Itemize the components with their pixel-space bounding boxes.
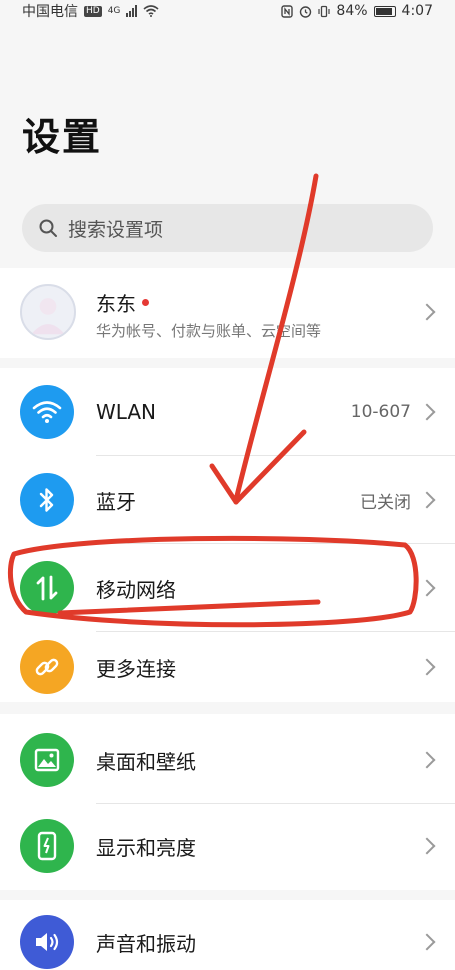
carrier-name: 中国电信	[22, 4, 78, 20]
vibrate-icon	[318, 5, 331, 17]
chevron-right-icon	[418, 491, 436, 509]
battery-percent: 84%	[336, 3, 368, 19]
cellular-signal-icon	[126, 5, 138, 17]
battery-icon	[373, 5, 396, 17]
account-name-row: 东东	[96, 288, 149, 317]
settings-item-display[interactable]: 显示和亮度	[0, 802, 455, 890]
chevron-right-icon	[418, 658, 436, 676]
chevron-right-icon	[418, 837, 436, 855]
avatar	[20, 284, 76, 340]
mobile-data-icon	[20, 561, 74, 615]
settings-item-label: 声音和振动	[96, 931, 196, 956]
hd-badge: HD	[84, 5, 102, 17]
account-card[interactable]: 东东 华为帐号、付款与账单、云空间等	[0, 268, 455, 358]
search-input[interactable]: 搜索设置项	[22, 204, 433, 252]
settings-item-label: 更多连接	[96, 656, 176, 681]
status-bar: 中国电信 HD 4G 84% 4:07	[0, 0, 455, 22]
settings-item-sound[interactable]: 声音和振动	[0, 898, 455, 970]
settings-item-label: WLAN	[96, 400, 157, 424]
search-icon	[39, 219, 57, 237]
alarm-icon	[300, 5, 312, 18]
notification-dot	[142, 299, 149, 306]
settings-item-value: 已关闭	[360, 492, 411, 513]
settings-item-more-connections[interactable]: 更多连接	[0, 623, 455, 711]
settings-item-wallpaper[interactable]: 桌面和壁纸	[0, 716, 455, 804]
clock: 4:07	[401, 3, 433, 19]
link-icon	[20, 640, 74, 694]
page-title: 设置	[22, 115, 103, 159]
chevron-right-icon	[418, 933, 436, 951]
settings-item-label: 桌面和壁纸	[96, 749, 196, 774]
avatar-person-icon	[31, 298, 65, 335]
wallpaper-icon	[20, 733, 74, 787]
settings-item-value: 10-607	[350, 402, 411, 422]
chevron-right-icon	[418, 579, 436, 597]
display-icon	[20, 819, 74, 873]
bluetooth-icon	[20, 473, 74, 527]
nfc-icon	[281, 4, 294, 18]
settings-item-label: 蓝牙	[96, 489, 136, 514]
settings-item-bluetooth[interactable]: 蓝牙 已关闭	[0, 456, 455, 544]
settings-item-label: 显示和亮度	[96, 835, 196, 860]
account-name: 东东	[96, 292, 136, 316]
account-subtitle: 华为帐号、付款与账单、云空间等	[96, 322, 322, 340]
chevron-right-icon	[418, 403, 436, 421]
chevron-right-icon	[418, 303, 436, 321]
chevron-right-icon	[418, 751, 436, 769]
status-left: 中国电信 HD 4G	[22, 1, 159, 21]
settings-item-mobile-network[interactable]: 移动网络	[0, 544, 455, 632]
wifi-status-icon	[143, 5, 159, 17]
settings-item-label: 移动网络	[96, 577, 176, 602]
network-type: 4G	[107, 6, 121, 16]
settings-item-wlan[interactable]: WLAN 10-607	[0, 368, 455, 456]
search-placeholder: 搜索设置项	[68, 218, 164, 241]
status-right: 84% 4:07	[281, 3, 433, 19]
wifi-icon	[20, 385, 74, 439]
sound-icon	[20, 915, 74, 969]
